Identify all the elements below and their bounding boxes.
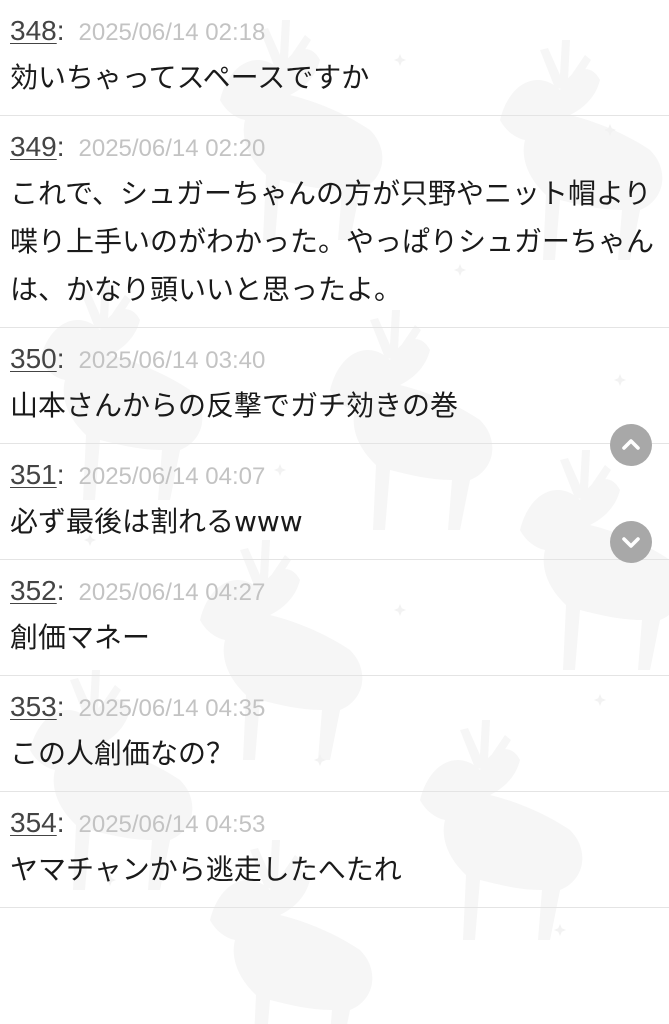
post-date: 2025/06/14 04:07 [78,463,266,490]
post-number-separator: : [56,575,65,606]
post-header: 353: 2025/06/14 04:35 [10,690,659,724]
post: 348: 2025/06/14 02:18 効いちゃってスペースですか [0,0,669,116]
post-number-separator: : [56,15,65,46]
scroll-up-button[interactable] [610,424,652,466]
post-number-separator: : [56,343,65,374]
post-header: 348: 2025/06/14 02:18 [10,14,659,48]
post-header: 349: 2025/06/14 02:20 [10,130,659,164]
post-number-link[interactable]: 349 [10,130,57,164]
scroll-down-button[interactable] [610,521,652,563]
post-header: 352: 2025/06/14 04:27 [10,574,659,608]
post: 354: 2025/06/14 04:53 ヤマチャンから逃走したへたれ [0,792,669,908]
post-header: 354: 2025/06/14 04:53 [10,806,659,840]
post-number-separator: : [56,691,65,722]
post-number-link[interactable]: 352 [10,574,57,608]
post-header: 350: 2025/06/14 03:40 [10,342,659,376]
chevron-down-icon [622,537,640,548]
post-number-link[interactable]: 348 [10,14,57,48]
post-body: ヤマチャンから逃走したへたれ [10,853,402,886]
post: 352: 2025/06/14 04:27 創価マネー [0,560,669,676]
post-date: 2025/06/14 03:40 [78,347,266,374]
thread: 348: 2025/06/14 02:18 効いちゃってスペースですか 349:… [0,0,669,908]
post-number-link[interactable]: 350 [10,342,57,376]
post-header: 351: 2025/06/14 04:07 [10,458,659,492]
post-body: 山本さんからの反撃でガチ効きの巻 [10,389,459,422]
post-number-link[interactable]: 351 [10,458,57,492]
post: 350: 2025/06/14 03:40 山本さんからの反撃でガチ効きの巻 [0,328,669,444]
chevron-up-icon [622,439,640,450]
post-number-separator: : [56,131,65,162]
post-date: 2025/06/14 04:35 [78,695,266,722]
post-date: 2025/06/14 02:18 [78,19,266,46]
post-body: 必ず最後は割れるwww [10,505,303,538]
post-body: 効いちゃってスペースですか [10,61,370,94]
post-body: 創価マネー [10,621,151,654]
post-number-separator: : [56,459,65,490]
post: 349: 2025/06/14 02:20 これで、シュガーちゃんの方が只野やニ… [0,116,669,328]
post-date: 2025/06/14 04:53 [78,811,266,838]
post-body: この人創価なの？ [10,737,235,770]
post-date: 2025/06/14 04:27 [78,579,266,606]
post: 351: 2025/06/14 04:07 必ず最後は割れるwww [0,444,669,560]
post-body: これで、シュガーちゃんの方が只野やニット帽より喋り上手いのがわかった。やっぱりシ… [10,177,655,306]
post: 353: 2025/06/14 04:35 この人創価なの？ [0,676,669,792]
post-number-separator: : [56,807,65,838]
post-number-link[interactable]: 353 [10,690,57,724]
post-date: 2025/06/14 02:20 [78,135,266,162]
post-number-link[interactable]: 354 [10,806,57,840]
